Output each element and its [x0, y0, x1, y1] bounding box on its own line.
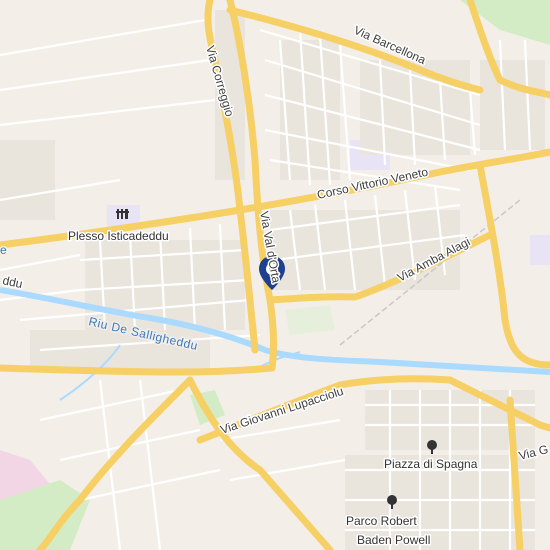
map-canvas[interactable]: Plesso Isticadeddu Piazza di Spagna Parc… [0, 0, 550, 550]
map-view[interactable]: Plesso Isticadeddu Piazza di Spagna Parc… [0, 0, 550, 550]
poi-label-parco-line2[interactable]: Baden Powell [356, 532, 432, 549]
poi-label-parco-line1[interactable]: Parco Robert [345, 513, 419, 530]
building-area-east [530, 235, 550, 265]
poi-label-plesso[interactable]: Plesso Isticadeddu [67, 228, 171, 245]
park-plot [285, 305, 335, 335]
poi-label-piazza[interactable]: Piazza di Spagna [383, 456, 480, 473]
river-label-edge-left[interactable]: e [0, 242, 8, 259]
school-icon[interactable] [116, 209, 129, 219]
